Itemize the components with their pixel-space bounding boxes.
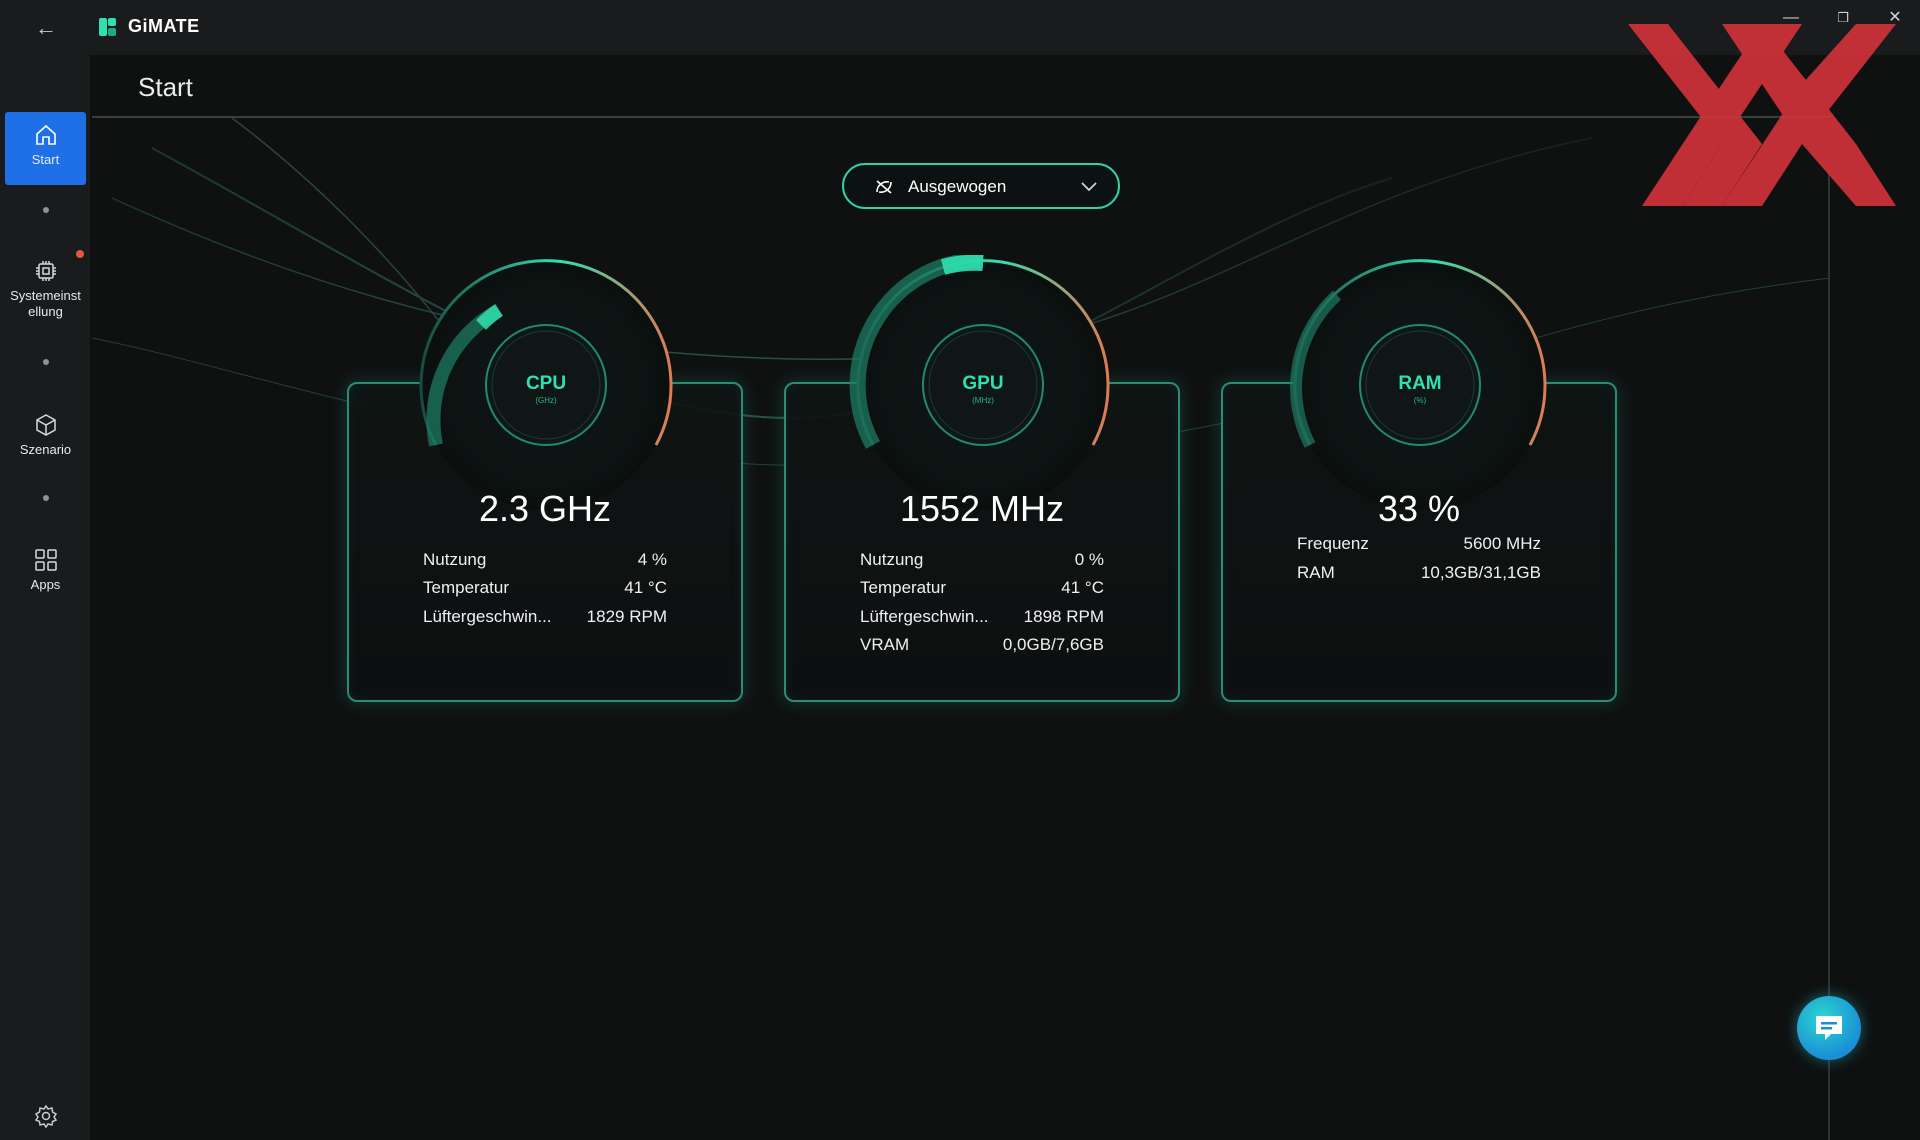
gpu-stat-row: Nutzung 0 % [860,550,1104,572]
grid-icon [34,549,57,571]
cpu-gauge-unit: (GHz) [535,396,557,405]
gpu-stat-row: VRAM 0,0GB/7,6GB [860,635,1104,657]
stat-label: Lüftergeschwin... [860,607,989,626]
cpu-stat-row: Lüftergeschwin... 1829 RPM [423,607,667,629]
stat-label: Lüftergeschwin... [423,607,552,626]
stat-label: Temperatur [423,578,509,597]
ram-stat-row: RAM 10,3GB/31,1GB [1297,563,1541,585]
ram-gauge-unit: (%) [1413,396,1427,405]
balance-mode-icon [876,180,892,194]
stat-value: 41 °C [624,578,667,597]
stat-label: RAM [1297,563,1335,582]
chat-button[interactable] [1797,996,1861,1060]
ram-value: 33 % [1377,488,1461,529]
chat-bubble-icon [1816,1016,1842,1040]
stat-value: 1829 RPM [586,607,667,626]
stat-label: VRAM [860,635,910,654]
stat-value: 41 °C [1061,578,1104,597]
gpu-value: 1552 MHz [899,488,1065,529]
gpu-gauge: GPU (MHz) [848,251,1118,515]
stat-label: Nutzung [423,550,487,569]
ram-gauge: RAM (%) [1285,255,1555,515]
sidebar-item-systemeinstellung[interactable]: Systemeinst ellung [5,248,86,348]
stat-label: Frequenz [1297,534,1369,553]
stat-value: 0 % [1074,550,1104,569]
chip-icon [35,261,56,281]
watermark-logo [1628,24,1896,206]
sidebar-item-szenario[interactable]: Szenario [5,402,86,482]
cpu-value: 2.3 GHz [478,488,612,529]
nav-separator-dot [43,359,49,365]
page-title: Start [138,72,193,102]
stat-value: 4 % [637,550,667,569]
cube-icon [35,414,56,436]
gpu-gauge-unit: (MHz) [972,396,994,405]
sidebar-item-start[interactable]: Start [5,112,86,185]
stat-value: 5600 MHz [1463,534,1541,553]
nav-separator-dot [43,207,49,213]
stat-value: 10,3GB/31,1GB [1420,563,1541,582]
gpu-stat-row: Temperatur 41 °C [860,578,1104,600]
stat-value: 1898 RPM [1023,607,1104,626]
cpu-gauge: CPU (GHz) [411,255,681,515]
mode-dropdown-value: Ausgewogen [908,177,1007,196]
chevron-down-icon [1081,182,1097,192]
ram-stat-row: Frequenz 5600 MHz [1297,534,1541,556]
app-title: GiMATE [128,16,200,36]
sidebar-item-label: Systemeinst ellung [10,288,81,319]
cpu-stat-row: Nutzung 4 % [423,550,667,572]
cpu-stat-row: Temperatur 41 °C [423,578,667,600]
sidebar-item-label: Szenario [19,442,72,457]
nav-separator-dot [43,495,49,501]
notification-badge [76,250,84,258]
mode-dropdown[interactable]: Ausgewogen [842,163,1120,209]
gimate-logo-icon [99,18,116,36]
sidebar-item-apps[interactable]: Apps [5,537,86,617]
back-arrow-icon[interactable]: ← [30,14,62,42]
gpu-stat-row: Lüftergeschwin... 1898 RPM [860,607,1104,629]
home-icon [35,124,56,145]
sidebar: Start Systemeinst ellung Szenario Apps [0,55,90,1140]
ram-gauge-label: RAM [1398,373,1442,394]
stat-label: Temperatur [860,578,946,597]
sidebar-item-label: Apps [30,577,61,592]
stat-label: Nutzung [860,550,924,569]
gear-icon[interactable] [33,1103,59,1129]
stat-value: 0,0GB/7,6GB [1002,635,1104,654]
sidebar-item-label: Start [31,152,60,167]
cpu-gauge-label: CPU [525,373,567,394]
gpu-gauge-label: GPU [962,373,1004,394]
